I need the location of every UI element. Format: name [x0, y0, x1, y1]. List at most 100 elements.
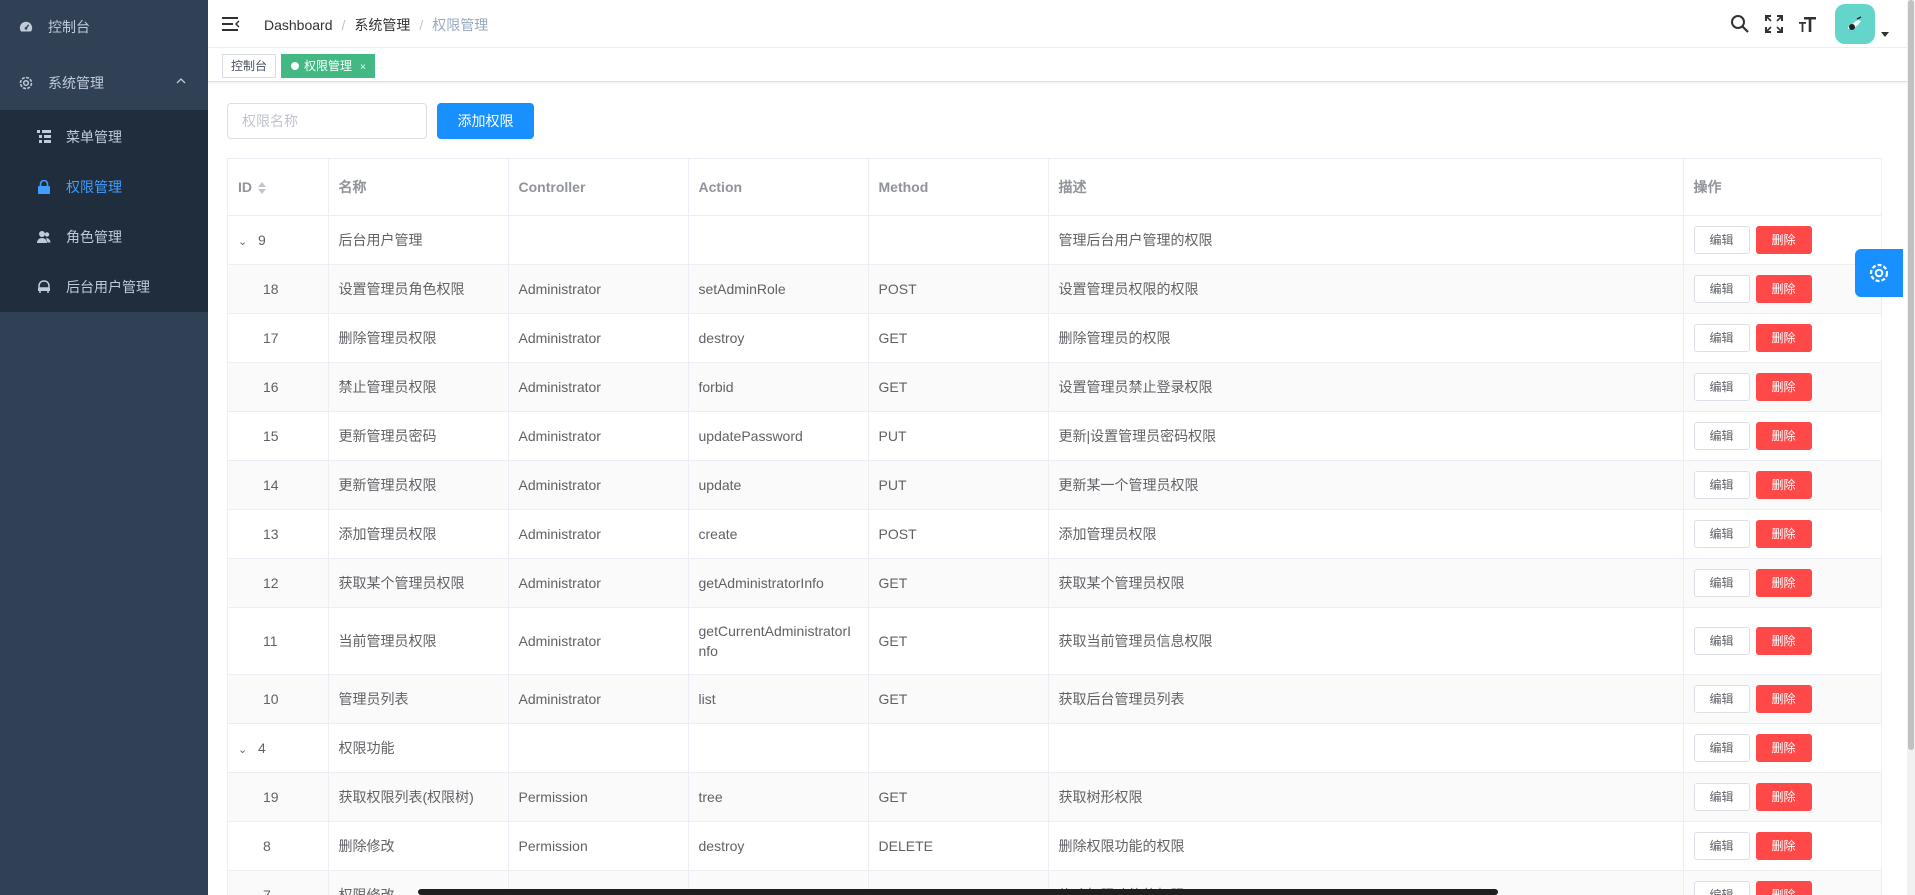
delete-button[interactable]: 删除 — [1755, 470, 1812, 499]
table-row: 18 设置管理员角色权限 Administrator setAdminRole POST… — [228, 264, 1881, 314]
edit-button[interactable]: 编辑 — [1693, 421, 1750, 450]
edit-button[interactable]: 编辑 — [1693, 225, 1750, 254]
settings-button[interactable] — [1855, 249, 1903, 297]
table-row: ⌄ 9 后台用户管理 管理后台用户管理的权限 编辑 删除 — [228, 215, 1881, 265]
sidebar-item-permission[interactable]: 权限管理 — [0, 162, 208, 212]
cell-id: 17 — [228, 313, 329, 363]
cell-id: 19 — [228, 772, 329, 822]
chevron-up-icon — [176, 78, 186, 84]
cell-id: 14 — [228, 460, 329, 510]
sidebar-item-system[interactable]: 系统管理 — [0, 58, 208, 108]
delete-button[interactable]: 删除 — [1755, 421, 1812, 450]
horizontal-scrollbar[interactable] — [418, 889, 1498, 895]
column-header-description: 描述 — [1048, 159, 1684, 216]
cell-id: 16 — [228, 362, 329, 412]
cell-operations: 编辑 删除 — [1683, 215, 1881, 265]
sort-icon[interactable] — [258, 181, 266, 195]
navbar-actions — [1723, 4, 1889, 44]
delete-button[interactable]: 删除 — [1755, 519, 1812, 548]
cell-description: 设置管理员禁止登录权限 — [1048, 362, 1684, 412]
cell-name: 后台用户管理 — [328, 215, 509, 265]
tag-permission[interactable]: 权限管理 × — [281, 54, 375, 78]
cell-method: POST — [868, 264, 1049, 314]
close-icon[interactable]: × — [360, 62, 366, 73]
delete-button[interactable]: 删除 — [1755, 733, 1812, 762]
sidebar-item-menu[interactable]: 菜单管理 — [0, 112, 208, 162]
breadcrumb: Dashboard / 系统管理 / 权限管理 — [264, 15, 489, 35]
hamburger-icon[interactable] — [222, 15, 240, 33]
cell-controller: Administrator — [508, 264, 689, 314]
delete-button[interactable]: 删除 — [1755, 684, 1812, 713]
caret-down-icon[interactable] — [1881, 31, 1889, 37]
search-input[interactable] — [227, 103, 427, 139]
cell-operations: 编辑 删除 — [1683, 870, 1881, 895]
vertical-scroll-thumb[interactable] — [1908, 0, 1914, 750]
cell-id: 8 — [228, 821, 329, 871]
expand-icon[interactable]: ⌄ — [238, 235, 254, 248]
sidebar-item-admin-user[interactable]: 后台用户管理 — [0, 262, 208, 312]
breadcrumb-item-current: 权限管理 — [432, 17, 489, 33]
cell-id: 7 — [228, 870, 329, 895]
cell-method: GET — [868, 772, 1049, 822]
delete-button[interactable]: 删除 — [1755, 880, 1812, 895]
edit-button[interactable]: 编辑 — [1693, 880, 1750, 895]
edit-button[interactable]: 编辑 — [1693, 372, 1750, 401]
table-row: 17 删除管理员权限 Administrator destroy GET 删除管理员的权限… — [228, 313, 1881, 363]
cell-method: GET — [868, 313, 1049, 363]
delete-button[interactable]: 删除 — [1755, 225, 1812, 254]
sidebar-item-dashboard[interactable]: 控制台 — [0, 2, 208, 52]
edit-button[interactable]: 编辑 — [1693, 323, 1750, 352]
fullscreen-icon[interactable] — [1763, 13, 1785, 35]
breadcrumb-item-system[interactable]: 系统管理 — [354, 15, 410, 35]
delete-button[interactable]: 删除 — [1755, 568, 1812, 597]
add-permission-button[interactable]: 添加权限 — [437, 103, 534, 139]
cell-description: 更新某一个管理员权限 — [1048, 460, 1684, 510]
tags-view: 控制台 权限管理 × — [208, 48, 1907, 82]
tag-dashboard[interactable]: 控制台 — [222, 54, 277, 78]
cell-description: 获取当前管理员信息权限 — [1048, 607, 1684, 675]
edit-button[interactable]: 编辑 — [1693, 782, 1750, 811]
delete-button[interactable]: 删除 — [1755, 274, 1812, 303]
cell-action: tree — [688, 772, 869, 822]
delete-button[interactable]: 删除 — [1755, 831, 1812, 860]
cell-description: 添加管理员权限 — [1048, 509, 1684, 559]
delete-button[interactable]: 删除 — [1755, 372, 1812, 401]
cell-name: 删除管理员权限 — [328, 313, 509, 363]
sidebar-item-role[interactable]: 角色管理 — [0, 212, 208, 262]
cell-description: 获取树形权限 — [1048, 772, 1684, 822]
column-header-action: Action — [688, 159, 869, 216]
edit-button[interactable]: 编辑 — [1693, 470, 1750, 499]
cell-method: GET — [868, 607, 1049, 675]
edit-button[interactable]: 编辑 — [1693, 831, 1750, 860]
gear-icon — [18, 75, 34, 91]
cell-controller: Administrator — [508, 362, 689, 412]
font-size-icon[interactable] — [1797, 13, 1819, 35]
edit-button[interactable]: 编辑 — [1693, 626, 1750, 655]
edit-button[interactable]: 编辑 — [1693, 684, 1750, 713]
cell-name: 当前管理员权限 — [328, 607, 509, 675]
breadcrumb-item-dashboard[interactable]: Dashboard — [264, 17, 333, 33]
avatar[interactable] — [1835, 4, 1875, 44]
delete-button[interactable]: 删除 — [1755, 782, 1812, 811]
cell-method: GET — [868, 362, 1049, 412]
sidebar-item-label: 系统管理 — [48, 75, 104, 91]
cell-controller — [508, 215, 689, 265]
search-icon[interactable] — [1729, 13, 1751, 35]
delete-button[interactable]: 删除 — [1755, 323, 1812, 352]
edit-button[interactable]: 编辑 — [1693, 274, 1750, 303]
user-icon — [36, 279, 52, 295]
cell-description: 更新|设置管理员密码权限 — [1048, 411, 1684, 461]
edit-button[interactable]: 编辑 — [1693, 519, 1750, 548]
cell-method: DELETE — [868, 821, 1049, 871]
edit-button[interactable]: 编辑 — [1693, 733, 1750, 762]
edit-button[interactable]: 编辑 — [1693, 568, 1750, 597]
expand-icon[interactable]: ⌄ — [238, 743, 254, 756]
cell-operations: 编辑 删除 — [1683, 723, 1881, 773]
column-header-controller: Controller — [508, 159, 689, 216]
table-row: 11 当前管理员权限 Administrator getCurrentAdminist… — [228, 607, 1881, 675]
cell-action — [688, 215, 869, 265]
cell-controller: Administrator — [508, 313, 689, 363]
delete-button[interactable]: 删除 — [1755, 626, 1812, 655]
cell-id: ⌄ 9 — [228, 215, 329, 265]
column-header-id[interactable]: ID — [228, 159, 329, 216]
